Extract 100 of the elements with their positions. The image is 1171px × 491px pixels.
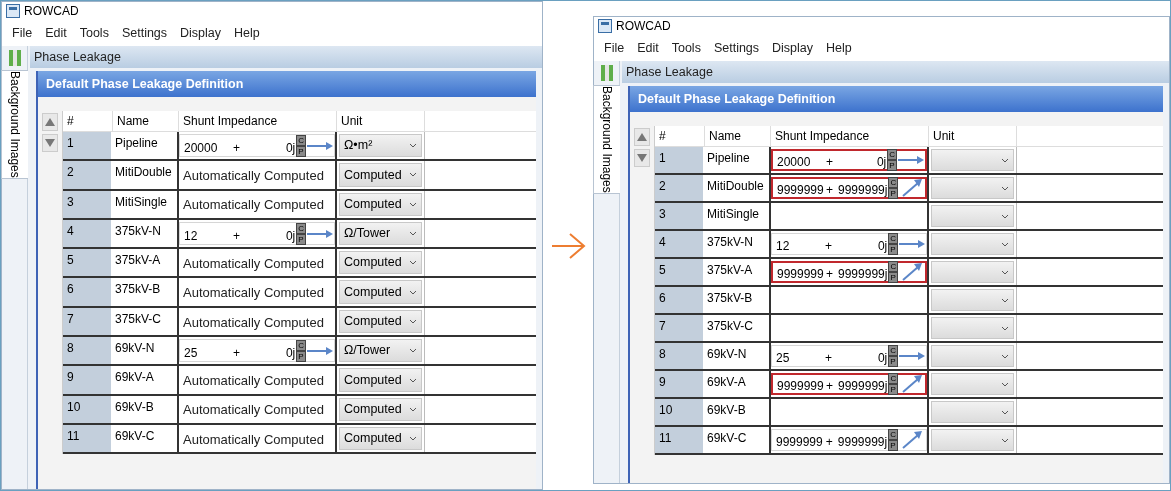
toggle-letter[interactable]: P [888,356,898,367]
toggle-letter[interactable]: C [296,134,306,146]
move-up-button[interactable] [634,128,650,146]
unit-dropdown[interactable]: Ω•m² [339,134,422,158]
toggle-letter[interactable]: C [296,339,306,351]
images-tab-icon[interactable] [600,65,613,81]
row-number: 11 [655,427,705,453]
toggle-letter[interactable]: C [888,261,899,272]
diagonal-arrow-icon[interactable] [901,430,923,450]
name-cell: 375kV-A [113,249,179,277]
right-arrow-icon[interactable] [306,345,334,356]
unit-dropdown[interactable]: Computed [339,368,422,392]
unit-dropdown[interactable]: Computed [339,397,422,421]
chevron-down-icon [1001,437,1009,443]
toggle-letter[interactable]: C [888,233,898,244]
name-cell: 375kV-C [705,315,771,341]
unit-dropdown[interactable]: Computed [339,309,422,334]
imaginary-value: 0j [284,227,296,245]
name-cell: 69kV-B [113,395,179,423]
chevron-down-icon [1001,409,1009,415]
images-tab-icon[interactable] [8,50,21,66]
toggle-letter[interactable]: P [296,145,306,157]
menu-item[interactable]: File [12,23,33,43]
row-number: 3 [655,203,705,229]
row-number: 2 [655,175,705,201]
move-down-button[interactable] [634,149,650,167]
chevron-down-icon [409,231,417,237]
panel-header: Phase Leakage [30,46,542,68]
row-number: 6 [63,278,113,306]
plus-sign: + [232,139,241,157]
menu-item[interactable]: Help [826,38,852,58]
menu-item[interactable]: Tools [671,38,701,58]
move-up-button[interactable] [42,113,58,131]
unit-dropdown[interactable]: Computed [339,280,422,304]
transition-arrow [550,230,586,261]
unit-dropdown[interactable]: Computed [339,192,422,216]
imaginary-value: 9999999j [838,266,888,283]
menu-item[interactable]: Settings [121,23,168,43]
row-number: 4 [63,219,113,248]
unit-dropdown[interactable]: Computed [339,426,422,451]
name-cell: 69kV-A [113,366,179,394]
menu-item[interactable]: Help [234,23,260,43]
toggle-letter[interactable]: P [888,384,899,395]
menu-item[interactable]: Display [772,38,814,58]
side-tab[interactable]: Background Images [592,85,621,194]
diagonal-arrow-icon[interactable] [901,374,924,394]
app-icon [598,19,612,33]
menu-item[interactable]: Settings [713,38,760,58]
toggle-letter[interactable]: P [888,272,899,283]
toggle-letter[interactable]: P [296,233,306,245]
menu-item[interactable]: Edit [45,23,67,43]
right-arrow-icon[interactable] [897,155,925,165]
chevron-down-icon [1001,185,1009,191]
menu-item[interactable]: Display [180,23,222,43]
right-arrow-icon[interactable] [898,351,926,361]
chevron-down-icon [409,260,417,266]
unit-dropdown[interactable]: Computed [339,251,422,275]
toggle-letter[interactable]: C [888,429,898,440]
unit-dropdown[interactable]: Computed [339,163,422,187]
side-tab[interactable]: Background Images [1,70,29,179]
right-arrow-icon[interactable] [306,228,334,239]
plus-sign: + [825,378,834,395]
plus-sign: + [825,266,834,283]
toggle-letter[interactable]: P [888,440,898,451]
move-down-button[interactable] [42,134,58,152]
imaginary-value: 9999999j [838,182,888,199]
column-header: Shunt Impedance [179,111,337,131]
diagonal-arrow-icon[interactable] [901,262,924,282]
menu-item[interactable]: File [604,38,625,58]
real-value: 20000 [184,139,219,157]
unit-dropdown[interactable]: Ω/Tower [339,221,422,246]
unit-dropdown[interactable]: Ω/Tower [339,339,422,363]
real-value: 9999999 [777,182,821,199]
chevron-down-icon [409,143,417,149]
toggle-letter[interactable]: C [296,222,306,234]
name-cell: 69kV-B [705,399,771,425]
menu-item[interactable]: Edit [637,38,659,58]
column-header: Name [113,111,179,131]
dialog-header: Default Phase Leakage Definition [38,71,536,97]
toggle-letter[interactable]: C [888,177,899,188]
real-value: 9999999 [776,434,821,451]
toggle-letter[interactable]: P [888,244,898,255]
toggle-letter[interactable]: C [887,149,897,160]
menu-item[interactable]: Tools [79,23,109,43]
column-header: Unit [337,111,425,131]
right-arrow-icon[interactable] [306,140,334,151]
chevron-down-icon [1001,213,1009,219]
right-arrow-icon[interactable] [898,239,926,249]
toggle-letter[interactable]: P [296,350,306,362]
up-triangle-icon [45,118,55,126]
up-triangle-icon [637,133,647,141]
chevron-down-icon [1001,325,1009,331]
plus-sign: + [232,344,241,362]
toggle-letter[interactable]: C [888,345,898,356]
dialog-header: Default Phase Leakage Definition [630,86,1163,112]
toggle-letter[interactable]: P [887,160,897,171]
toggle-letter[interactable]: P [888,188,899,199]
diagonal-arrow-icon[interactable] [901,178,924,198]
toggle-letter[interactable]: C [888,373,899,384]
down-triangle-icon [637,154,647,162]
